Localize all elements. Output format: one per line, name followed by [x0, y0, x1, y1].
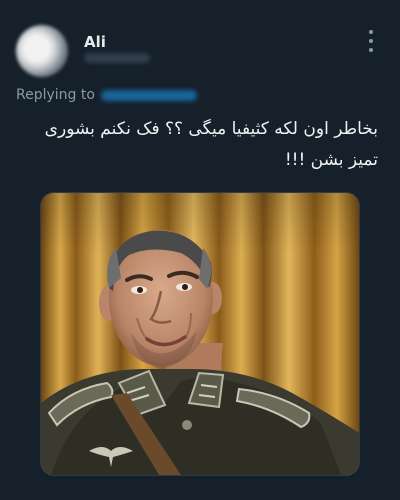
tweet-media-photo[interactable]: [40, 192, 360, 476]
author-display-name[interactable]: Ali: [84, 33, 106, 51]
more-dot: [369, 30, 373, 34]
author-handle-redacted: [84, 53, 150, 63]
author-avatar[interactable]: [16, 25, 68, 77]
tweet[interactable]: Ali Replying to بخاطر اون لکه کثیفیا میگ…: [0, 0, 400, 500]
tweet-text: بخاطر اون لکه کثیفیا میگی ؟؟ فک نکنم بشو…: [44, 119, 378, 170]
photo-icon: [41, 193, 359, 475]
more-dot: [369, 39, 373, 43]
replying-to-recipient-redacted[interactable]: [100, 89, 197, 101]
replying-to: Replying to: [16, 87, 197, 103]
more-options-icon[interactable]: [364, 30, 378, 52]
more-dot: [369, 48, 373, 52]
replying-to-label: Replying to: [16, 87, 95, 103]
